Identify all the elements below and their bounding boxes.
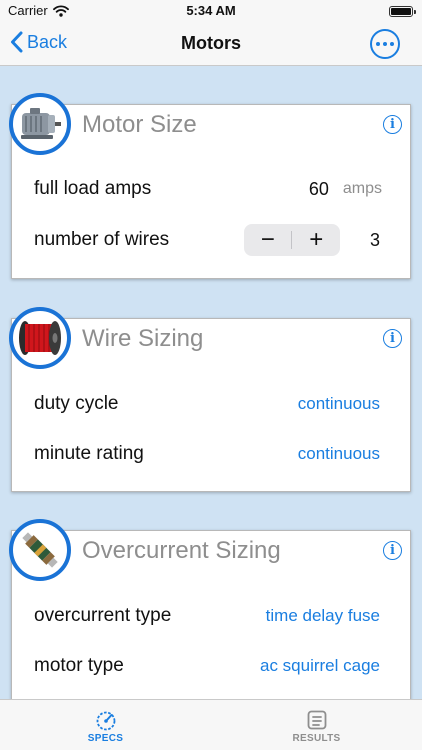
minute-rating-row[interactable]: minute rating continuous xyxy=(34,439,380,469)
motor-size-title: Motor Size xyxy=(82,111,197,138)
amps-unit-label: amps xyxy=(342,180,382,197)
list-icon xyxy=(307,710,326,730)
tab-specs[interactable]: SPECS xyxy=(0,700,211,750)
overcurrent-type-row[interactable]: overcurrent type time delay fuse xyxy=(34,601,380,631)
overcurrent-type-value[interactable]: time delay fuse xyxy=(266,606,380,626)
more-options-button[interactable] xyxy=(370,29,400,59)
page-title: Motors xyxy=(181,33,241,53)
overcurrent-type-label: overcurrent type xyxy=(34,605,172,626)
motor-size-info-icon[interactable]: i xyxy=(383,115,402,134)
motor-type-value[interactable]: ac squirrel cage xyxy=(260,656,380,676)
tab-specs-label: SPECS xyxy=(87,733,124,744)
motor-type-row[interactable]: motor type ac squirrel cage xyxy=(34,651,380,681)
battery-icon xyxy=(389,6,416,17)
status-bar: Carrier 5:34 AM xyxy=(0,0,422,22)
gauge-icon xyxy=(96,711,115,731)
duty-cycle-row[interactable]: duty cycle continuous xyxy=(34,389,380,419)
tab-results-label: RESULTS xyxy=(292,733,341,744)
number-of-wires-row: number of wires − + 3 xyxy=(34,224,380,256)
overcurrent-sizing-title: Overcurrent Sizing xyxy=(82,537,281,564)
wire-sizing-info-icon[interactable]: i xyxy=(383,329,402,348)
tab-bar: SPECS RESULTS xyxy=(0,699,422,750)
overcurrent-sizing-card: Overcurrent Sizing i overcurrent type ti… xyxy=(9,519,411,699)
tab-results[interactable]: RESULTS xyxy=(211,700,422,750)
duty-cycle-value[interactable]: continuous xyxy=(298,394,380,414)
overcurrent-sizing-info-icon[interactable]: i xyxy=(383,541,402,560)
number-of-wires-label: number of wires xyxy=(34,229,170,250)
full-load-amps-row[interactable]: full load amps 60 amps xyxy=(34,174,382,204)
number-of-wires-value: 3 xyxy=(369,229,380,250)
navigation-bar: Back Motors xyxy=(0,22,422,66)
motor-size-card: Motor Size i full load amps 60 amps numb… xyxy=(9,93,411,279)
stepper-decrement-button[interactable]: − xyxy=(244,224,292,256)
wire-spool-icon xyxy=(9,307,71,369)
wire-sizing-card: Wire Sizing i duty cycle continuous minu… xyxy=(9,307,411,492)
full-load-amps-value[interactable]: 60 xyxy=(309,179,329,200)
duty-cycle-label: duty cycle xyxy=(34,393,119,414)
motor-type-label: motor type xyxy=(34,655,124,676)
minute-rating-value[interactable]: continuous xyxy=(298,444,380,464)
status-time: 5:34 AM xyxy=(186,3,236,18)
wires-stepper[interactable]: − + xyxy=(243,224,340,256)
motor-icon xyxy=(9,93,71,155)
full-load-amps-label: full load amps xyxy=(34,178,152,199)
stepper-increment-button[interactable]: + xyxy=(292,224,340,256)
specs-content[interactable]: Motor Size i full load amps 60 amps numb… xyxy=(0,67,422,699)
fuse-icon xyxy=(9,519,71,581)
minute-rating-label: minute rating xyxy=(34,443,144,464)
wire-sizing-title: Wire Sizing xyxy=(82,325,204,352)
more-icon xyxy=(376,42,380,46)
